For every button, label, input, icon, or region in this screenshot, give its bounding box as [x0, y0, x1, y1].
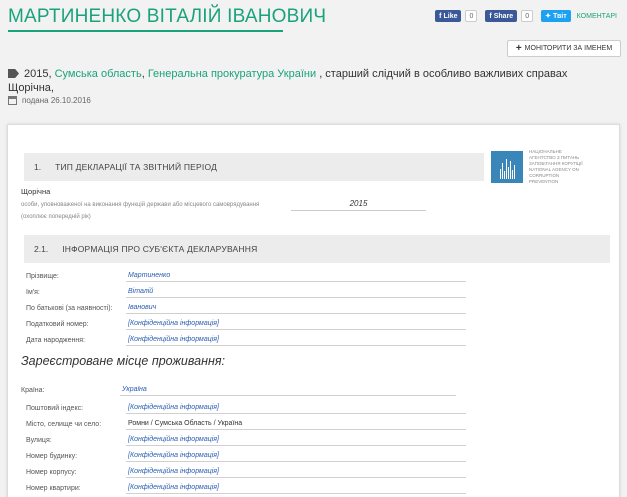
field-row-building: Номер будинку: [Конфіденційна інформація… — [26, 446, 466, 462]
title-underline — [8, 30, 283, 32]
field-label: Вулиця: — [26, 437, 52, 444]
organization-link[interactable]: Генеральна прокуратура України — [148, 68, 316, 80]
page-title: МАРТИНЕНКО ВІТАЛІЙ ІВАНОВИЧ — [8, 6, 327, 27]
tag-icon — [8, 69, 19, 78]
section-2-header: 2.1. ІНФОРМАЦІЯ ПРО СУБ'ЄКТА ДЕКЛАРУВАНН… — [24, 235, 610, 263]
field-row-corpus: Номер корпусу: [Конфіденційна інформація… — [26, 462, 466, 478]
facebook-icon: f — [439, 12, 442, 20]
calendar-icon — [8, 96, 17, 105]
section-1-number: 1. — [34, 162, 42, 172]
residence-fields: Поштовий індекс: [Конфіденційна інформац… — [26, 398, 466, 494]
twitter-label: Твіт — [552, 12, 567, 20]
agency-name: НАЦІОНАЛЬНЕ АГЕНТСТВО З ПИТАНЬ ЗАПОБІГАН… — [529, 149, 583, 184]
section-1-title: ТИП ДЕКЛАРАЦІЇ ТА ЗВІТНИЙ ПЕРІОД — [55, 162, 218, 172]
residence-title: Зареєстроване місце проживання: — [21, 354, 225, 368]
declaration-meta: 2015, Сумська область, Генеральна прокур… — [8, 68, 568, 94]
field-value: Віталій — [126, 288, 466, 298]
twitter-icon: ✦ — [545, 13, 551, 20]
section-2-title: ІНФОРМАЦІЯ ПРО СУБ'ЄКТА ДЕКЛАРУВАННЯ — [62, 244, 258, 254]
field-row-patronymic: По батькові (за наявності): Іванович — [26, 298, 466, 314]
twitter-tweet-button[interactable]: ✦ Твіт — [541, 10, 571, 22]
field-label: Номер будинку: — [26, 453, 78, 460]
field-label: Поштовий індекс: — [26, 405, 84, 412]
plus-icon: + — [515, 43, 522, 54]
field-label: Місто, селище чи село: — [26, 421, 102, 428]
field-row-birth-date: Дата народження: [Конфіденційна інформац… — [26, 330, 466, 346]
field-row-name: Ім'я: Віталій — [26, 282, 466, 298]
field-row-city: Місто, селище чи село: Ромни / Сумська О… — [26, 414, 466, 430]
comments-link[interactable]: КОМЕНТАРІ — [577, 13, 617, 20]
field-row-tax-number: Податковий номер: [Конфіденційна інформа… — [26, 314, 466, 330]
field-row-apartment: Номер квартири: [Конфіденційна інформаці… — [26, 478, 466, 494]
agency-logo-block: НАЦІОНАЛЬНЕ АГЕНТСТВО З ПИТАНЬ ЗАПОБІГАН… — [491, 149, 589, 185]
monitor-by-name-button[interactable]: + МОНІТОРИТИ ЗА ІМЕНЕМ — [507, 40, 621, 57]
facebook-like-count: 0 — [465, 10, 478, 22]
facebook-like-label: Like — [443, 12, 458, 20]
field-label: Прізвище: — [26, 273, 59, 280]
field-value: [Конфіденційна інформація] — [126, 436, 466, 446]
field-label: Дата народження: — [26, 337, 85, 344]
field-label: Країна: — [21, 387, 45, 394]
field-label: Номер корпусу: — [26, 469, 77, 476]
facebook-share-button[interactable]: f Share — [485, 10, 518, 22]
field-value: [Конфіденційна інформація] — [126, 452, 466, 462]
field-value: Мартиненко — [126, 272, 466, 282]
field-value: [Конфіденційна інформація] — [126, 468, 466, 478]
facebook-share-label: Share — [493, 12, 514, 20]
declaration-type: Щорічна — [21, 187, 51, 196]
facebook-like-button[interactable]: f Like — [435, 10, 462, 22]
facebook-icon: f — [489, 12, 492, 20]
facebook-share-count: 0 — [521, 10, 534, 22]
section-1-header: 1. ТИП ДЕКЛАРАЦІЇ ТА ЗВІТНИЙ ПЕРІОД — [24, 153, 484, 181]
field-value: [Конфіденційна інформація] — [126, 336, 466, 346]
field-value: [Конфіденційна інформація] — [126, 320, 466, 330]
field-row-surname: Прізвище: Мартиненко — [26, 266, 466, 282]
social-bar: f Like 0 f Share 0 ✦ Твіт КОМЕНТАРІ — [435, 10, 617, 22]
submitted-label: подана 26.10.2016 — [22, 96, 91, 105]
declaration-type-note: особи, уповноваженої на виконання функці… — [21, 202, 260, 220]
reporting-year-field: 2015 — [291, 199, 426, 211]
field-value: Іванович — [126, 304, 466, 314]
meta-year: 2015 — [24, 68, 49, 80]
field-value: [Конфіденційна інформація] — [126, 484, 466, 494]
submitted-date: подана 26.10.2016 — [8, 96, 91, 105]
field-label: Податковий номер: — [26, 321, 89, 328]
field-value: Ромни / Сумська Область / Україна — [126, 420, 466, 430]
field-row-street: Вулиця: [Конфіденційна інформація] — [26, 430, 466, 446]
declaration-document: 1. ТИП ДЕКЛАРАЦІЇ ТА ЗВІТНИЙ ПЕРІОД НАЦІ… — [7, 124, 620, 497]
field-value: Україна — [120, 386, 456, 396]
section-2-number: 2.1. — [34, 244, 49, 254]
field-label: По батькові (за наявності): — [26, 305, 113, 312]
monitor-button-label: МОНІТОРИТИ ЗА ІМЕНЕМ — [524, 45, 613, 52]
field-row-country: Країна: Україна — [21, 383, 456, 396]
field-row-postal-code: Поштовий індекс: [Конфіденційна інформац… — [26, 398, 466, 414]
region-link[interactable]: Сумська область — [55, 68, 142, 80]
field-label: Ім'я: — [26, 289, 40, 296]
agency-logo — [491, 151, 523, 183]
field-value: [Конфіденційна інформація] — [126, 404, 466, 414]
field-label: Номер квартири: — [26, 485, 81, 492]
subject-fields: Прізвище: Мартиненко Ім'я: Віталій По ба… — [26, 266, 466, 346]
